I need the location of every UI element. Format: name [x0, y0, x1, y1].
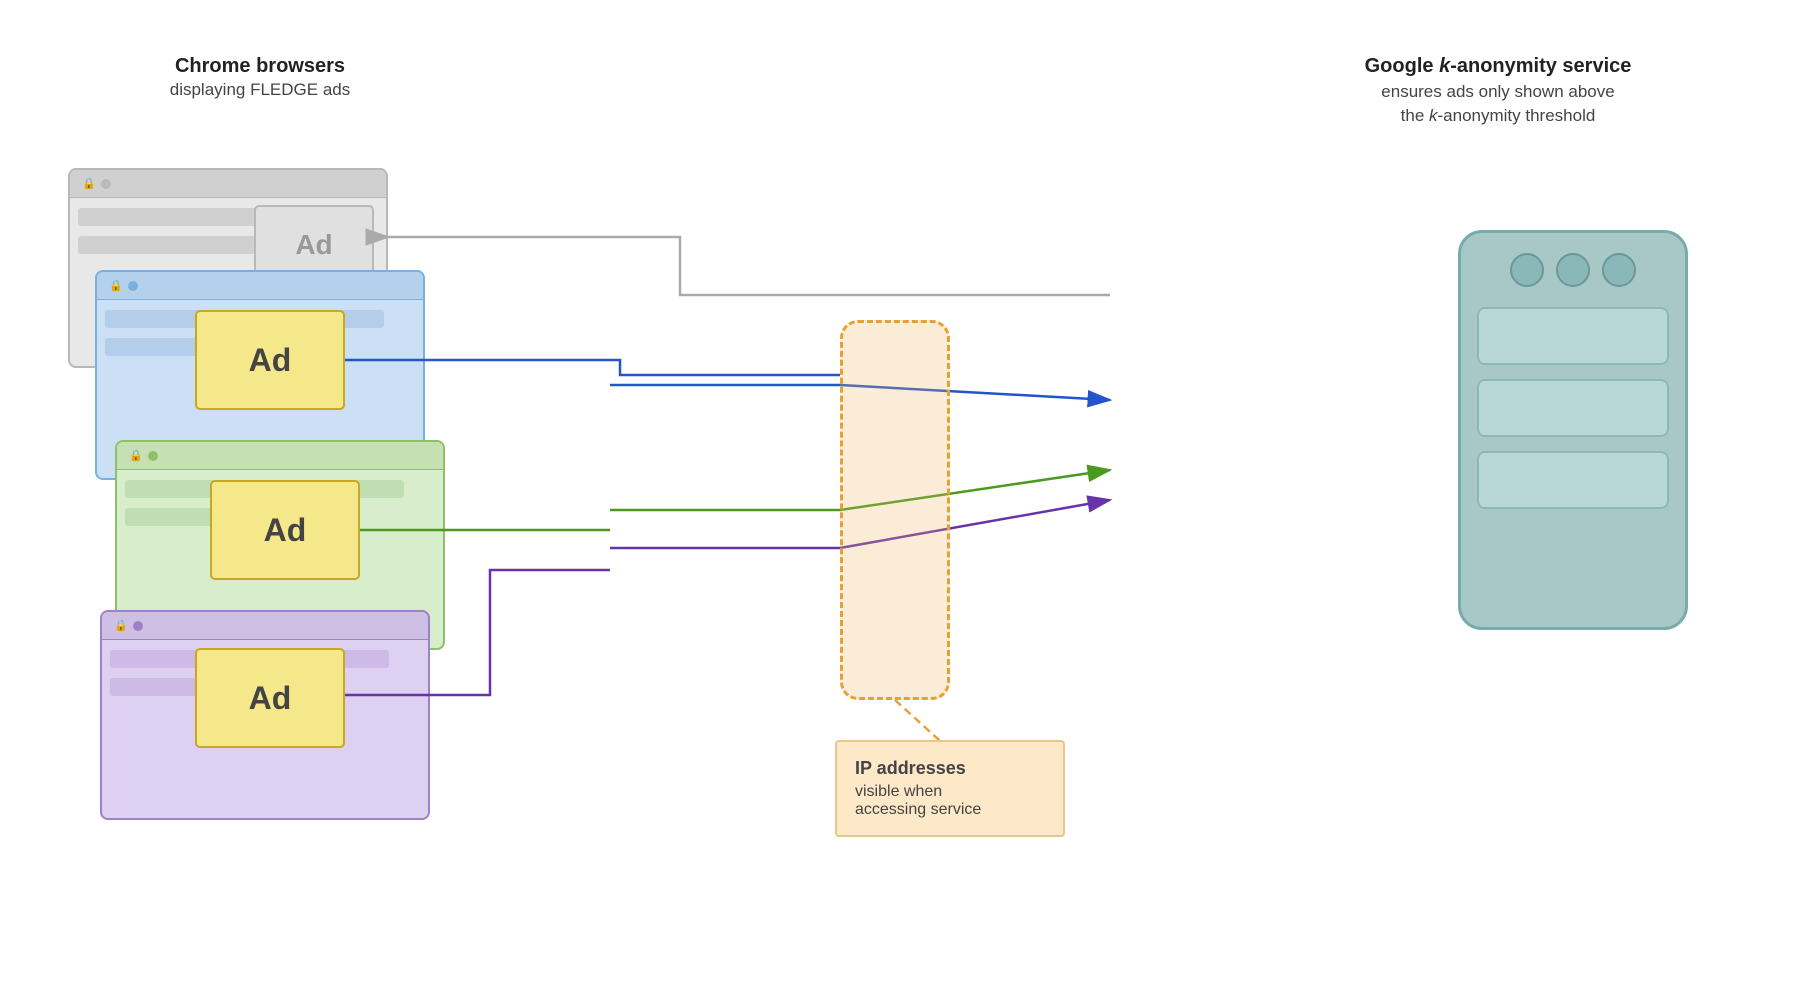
ip-proxy-shape — [840, 320, 950, 700]
server-dot-1 — [1510, 253, 1544, 287]
lock-icon-grey: 🔒 — [82, 177, 96, 190]
lock-icon-blue: 🔒 — [109, 279, 123, 292]
browser-green-titlebar: 🔒 — [117, 442, 443, 470]
ad-purple: Ad — [195, 648, 345, 748]
server-dot-3 — [1602, 253, 1636, 287]
ad-green: Ad — [210, 480, 360, 580]
chrome-title: Chrome browsers — [100, 55, 420, 78]
server-dots — [1510, 253, 1636, 287]
arrow-grey-line — [388, 237, 1110, 295]
browser-grey-titlebar: 🔒 — [70, 170, 386, 198]
ip-box-line1: visible when — [855, 783, 1045, 801]
diagram-container: Chrome browsers displaying FLEDGE ads Go… — [0, 0, 1798, 1000]
google-title: Google k-anonymity service — [1338, 55, 1658, 78]
server-slot-3 — [1477, 451, 1669, 509]
ip-addresses-box: IP addresses visible when accessing serv… — [835, 740, 1065, 837]
ip-box-line2: accessing service — [855, 801, 1045, 819]
ip-box-title: IP addresses — [855, 758, 1045, 779]
google-label: Google k-anonymity service ensures ads o… — [1338, 55, 1658, 128]
server-dot-2 — [1556, 253, 1590, 287]
server-box — [1458, 230, 1688, 630]
google-subtitle: ensures ads only shown above the k-anony… — [1338, 80, 1658, 128]
content-row — [78, 236, 258, 254]
chrome-subtitle: displaying FLEDGE ads — [100, 80, 420, 100]
lock-icon-green: 🔒 — [129, 449, 143, 462]
browser-purple-titlebar: 🔒 — [102, 612, 428, 640]
browser-blue-titlebar: 🔒 — [97, 272, 423, 300]
server-slot-2 — [1477, 379, 1669, 437]
chrome-label: Chrome browsers displaying FLEDGE ads — [100, 55, 420, 100]
server-slot-1 — [1477, 307, 1669, 365]
lock-icon-purple: 🔒 — [114, 619, 128, 632]
ad-blue: Ad — [195, 310, 345, 410]
